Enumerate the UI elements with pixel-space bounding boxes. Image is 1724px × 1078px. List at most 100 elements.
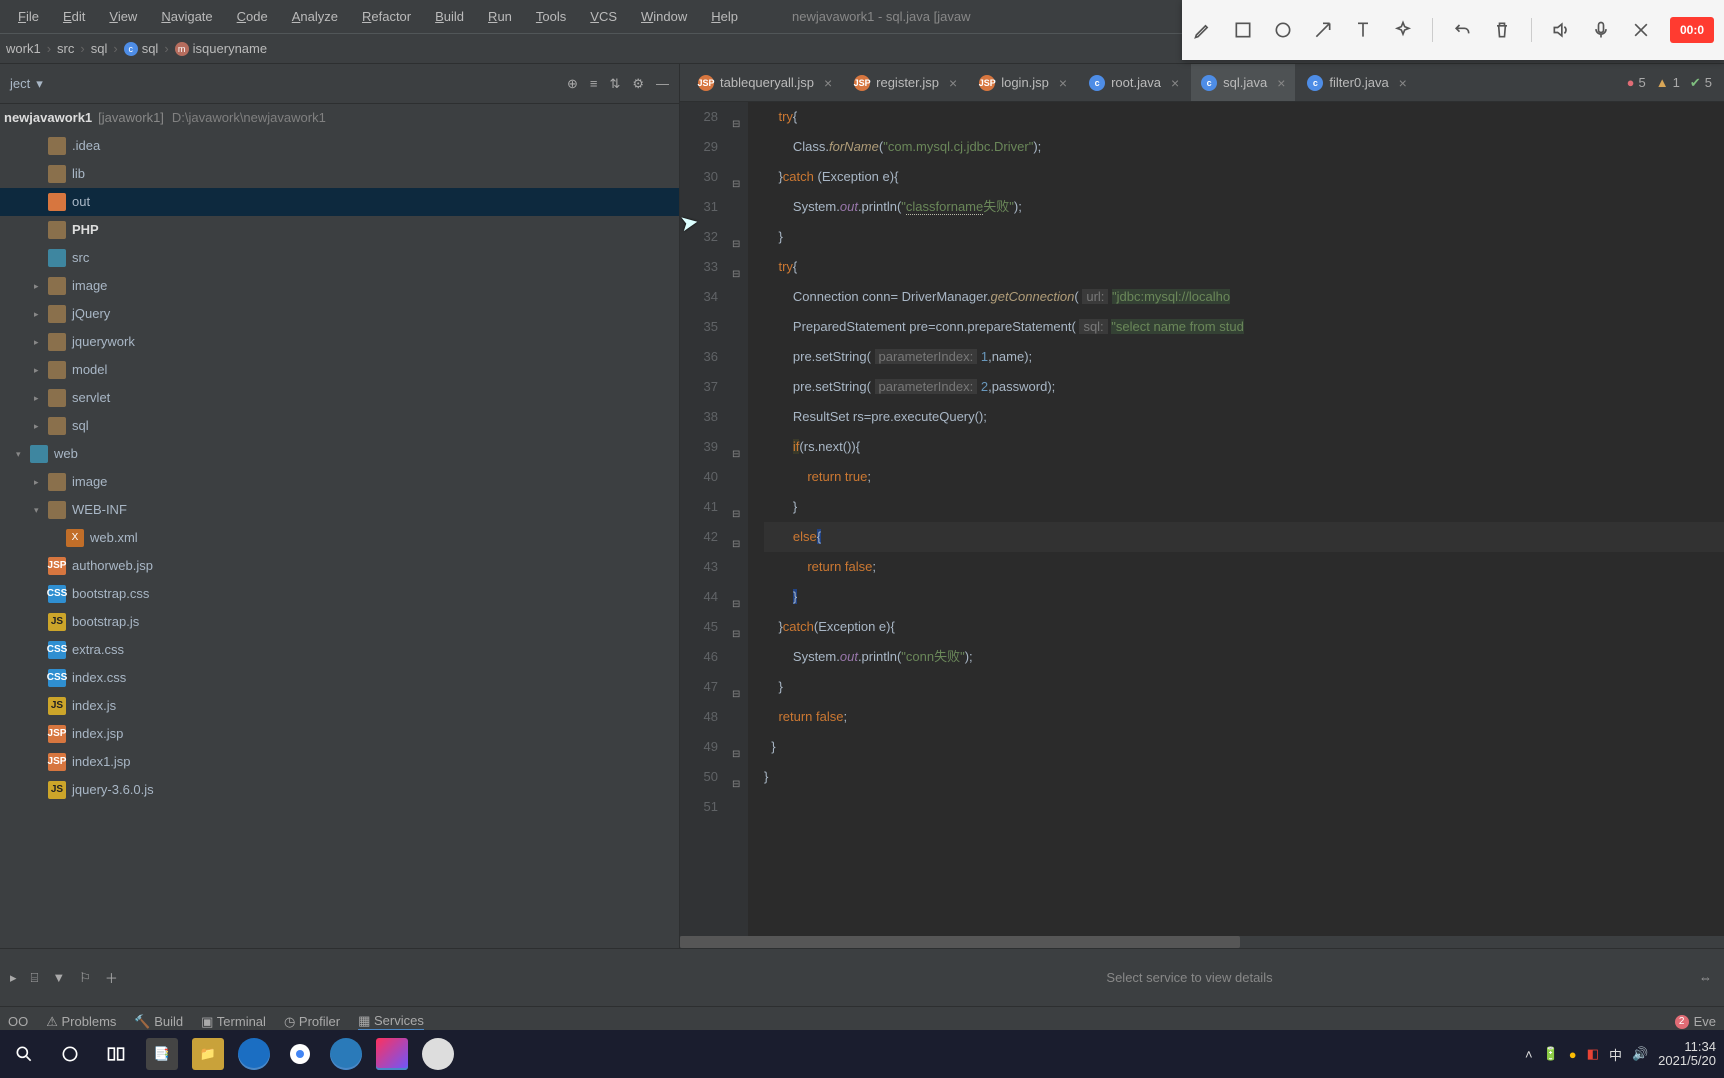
- tree-arrow-icon[interactable]: ▾: [34, 496, 48, 524]
- tree-item-extra-css[interactable]: CSSextra.css: [0, 636, 679, 664]
- tray-volume-icon[interactable]: 🔊: [1632, 1046, 1648, 1062]
- tree-arrow-icon[interactable]: ▸: [34, 468, 48, 496]
- breadcrumb-item[interactable]: misqueryname: [175, 41, 267, 56]
- show-hidden-icon[interactable]: ˄: [1525, 1047, 1533, 1062]
- scrollbar-thumb[interactable]: [680, 936, 1240, 948]
- trash-icon[interactable]: [1491, 19, 1513, 41]
- close-tab-icon[interactable]: ×: [1399, 75, 1407, 91]
- search-icon[interactable]: [8, 1038, 40, 1070]
- tree-arrow-icon[interactable]: ▸: [34, 272, 48, 300]
- close-tab-icon[interactable]: ×: [824, 75, 832, 91]
- fold-toggle-icon[interactable]: ⊟: [732, 680, 740, 710]
- bookmark-icon[interactable]: ⚐: [79, 970, 91, 986]
- breadcrumb-item[interactable]: src: [57, 41, 74, 56]
- tray-app-icon-2[interactable]: ◧: [1587, 1046, 1599, 1062]
- tree-item-web[interactable]: ▾web: [0, 440, 679, 468]
- sparkle-icon[interactable]: [1392, 19, 1414, 41]
- project-tree[interactable]: newjavawork1 [javawork1] D:\javawork\new…: [0, 104, 679, 948]
- code-line[interactable]: System.out.println("conn失败");: [764, 642, 1724, 672]
- tree-item-authorweb-jsp[interactable]: JSPauthorweb.jsp: [0, 552, 679, 580]
- tree-item-lib[interactable]: lib: [0, 160, 679, 188]
- add-icon[interactable]: ＋: [105, 968, 118, 987]
- tab-filter0-java[interactable]: cfilter0.java×: [1297, 64, 1416, 101]
- menu-help[interactable]: Help: [701, 5, 748, 28]
- tab-sql-java[interactable]: csql.java×: [1191, 64, 1295, 101]
- code-area[interactable]: 2829303132333435363738394041424344454647…: [680, 102, 1724, 948]
- tray-ime-icon[interactable]: 中: [1609, 1045, 1622, 1064]
- fold-toggle-icon[interactable]: ⊟: [732, 260, 740, 290]
- tree-item-servlet[interactable]: ▸servlet: [0, 384, 679, 412]
- bottom-tab-services[interactable]: ▦ Services: [358, 1013, 424, 1031]
- menu-view[interactable]: View: [99, 5, 147, 28]
- code-line[interactable]: pre.setString( parameterIndex: 2,passwor…: [764, 372, 1724, 402]
- code-line[interactable]: [764, 792, 1724, 822]
- fold-toggle-icon[interactable]: ⊟: [732, 500, 740, 530]
- code-line[interactable]: return false;: [764, 702, 1724, 732]
- fold-toggle-icon[interactable]: ⊟: [732, 110, 740, 140]
- code-line[interactable]: if(rs.next()){: [764, 432, 1724, 462]
- tree-item-jquery-3-6-0-js[interactable]: JSjquery-3.6.0.js: [0, 776, 679, 804]
- code-line[interactable]: }: [764, 762, 1724, 792]
- tree-item-php[interactable]: PHP: [0, 216, 679, 244]
- project-root[interactable]: newjavawork1 [javawork1] D:\javawork\new…: [0, 104, 679, 132]
- record-timer[interactable]: 00:0: [1670, 17, 1714, 43]
- code-line[interactable]: }: [764, 732, 1724, 762]
- tree-icon[interactable]: ⌸: [31, 970, 39, 986]
- tree-item-bootstrap-css[interactable]: CSSbootstrap.css: [0, 580, 679, 608]
- pencil-icon[interactable]: [1192, 19, 1214, 41]
- task-view-icon[interactable]: [100, 1038, 132, 1070]
- menu-edit[interactable]: Edit: [53, 5, 95, 28]
- bottom-tab-oo[interactable]: OO: [8, 1014, 28, 1029]
- expand-all-icon[interactable]: ≡: [590, 76, 598, 92]
- expand-horiz-icon[interactable]: ⇔: [1699, 970, 1712, 985]
- tree-arrow-icon[interactable]: ▸: [34, 412, 48, 440]
- tree-item-index1-jsp[interactable]: JSPindex1.jsp: [0, 748, 679, 776]
- code-line[interactable]: System.out.println("classforname失败");: [764, 192, 1724, 222]
- tree-item-jquerywork[interactable]: ▸jquerywork: [0, 328, 679, 356]
- menu-code[interactable]: Code: [227, 5, 278, 28]
- close-icon[interactable]: [1630, 19, 1652, 41]
- chrome-icon[interactable]: [284, 1038, 316, 1070]
- tree-arrow-icon[interactable]: ▸: [34, 384, 48, 412]
- hide-icon[interactable]: —: [656, 76, 669, 92]
- tree-item-src[interactable]: src: [0, 244, 679, 272]
- error-badge[interactable]: ● 5: [1627, 75, 1646, 90]
- menu-analyze[interactable]: Analyze: [282, 5, 348, 28]
- tree-arrow-icon[interactable]: ▸: [34, 300, 48, 328]
- tab-root-java[interactable]: croot.java×: [1079, 64, 1189, 101]
- code-line[interactable]: else{: [764, 522, 1724, 552]
- tree-item--idea[interactable]: .idea: [0, 132, 679, 160]
- menu-tools[interactable]: Tools: [526, 5, 576, 28]
- locate-icon[interactable]: ⊕: [567, 76, 578, 92]
- tree-item-bootstrap-js[interactable]: JSbootstrap.js: [0, 608, 679, 636]
- tree-item-sql[interactable]: ▸sql: [0, 412, 679, 440]
- code-line[interactable]: }: [764, 672, 1724, 702]
- tab-register-jsp[interactable]: JSPregister.jsp×: [844, 64, 967, 101]
- tree-item-image[interactable]: ▸image: [0, 272, 679, 300]
- edge-icon[interactable]: [238, 1038, 270, 1070]
- text-icon[interactable]: [1352, 19, 1374, 41]
- tray-battery-icon[interactable]: 🔋: [1543, 1046, 1559, 1062]
- fold-toggle-icon[interactable]: ⊟: [732, 770, 740, 800]
- close-tab-icon[interactable]: ×: [1171, 75, 1179, 91]
- code-line[interactable]: }: [764, 492, 1724, 522]
- code-line[interactable]: return false;: [764, 552, 1724, 582]
- tree-item-index-js[interactable]: JSindex.js: [0, 692, 679, 720]
- code-line[interactable]: }: [764, 222, 1724, 252]
- fold-toggle-icon[interactable]: ⊟: [732, 530, 740, 560]
- fold-toggle-icon[interactable]: ⊟: [732, 620, 740, 650]
- event-log-button[interactable]: 2 Eve: [1675, 1014, 1716, 1029]
- weak-warning-badge[interactable]: ✔ 5: [1690, 75, 1712, 91]
- tree-item-web-xml[interactable]: Xweb.xml: [0, 524, 679, 552]
- tray-app-icon[interactable]: ●: [1569, 1047, 1577, 1062]
- tab-tablequeryall-jsp[interactable]: JSPtablequeryall.jsp×: [688, 64, 842, 101]
- bottom-tab-problems[interactable]: ⚠ Problems: [46, 1014, 116, 1030]
- code-line[interactable]: Class.forName("com.mysql.cj.jdbc.Driver"…: [764, 132, 1724, 162]
- tree-item-index-css[interactable]: CSSindex.css: [0, 664, 679, 692]
- menu-run[interactable]: Run: [478, 5, 522, 28]
- close-tab-icon[interactable]: ×: [1059, 75, 1067, 91]
- horizontal-scrollbar[interactable]: [680, 936, 1724, 948]
- code-line[interactable]: }catch(Exception e){: [764, 612, 1724, 642]
- code-line[interactable]: try{: [764, 252, 1724, 282]
- code-line[interactable]: Connection conn= DriverManager.getConnec…: [764, 282, 1724, 312]
